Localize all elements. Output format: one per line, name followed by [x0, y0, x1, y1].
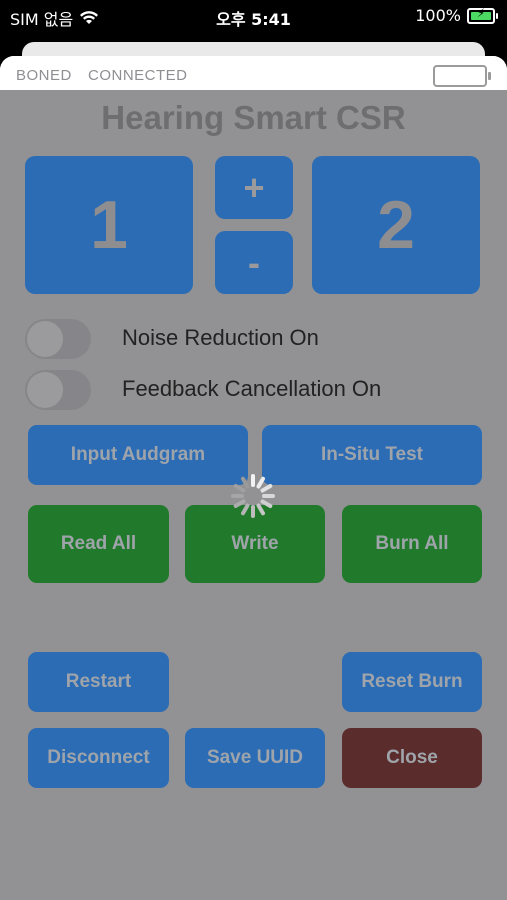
battery-percentage: 100%: [415, 6, 461, 25]
increment-button[interactable]: +: [215, 156, 293, 219]
decrement-button[interactable]: -: [215, 231, 293, 294]
charging-battery-icon: ⚡: [467, 6, 498, 24]
restart-button[interactable]: Restart: [28, 652, 169, 712]
device-battery-icon: [433, 65, 491, 87]
write-label: Write: [231, 533, 279, 554]
status-bar: SIM 없음 오후 5:41 100% ⚡: [0, 0, 507, 34]
in-situ-test-button[interactable]: In-Situ Test: [262, 425, 482, 485]
reset-burn-button[interactable]: Reset Burn: [342, 652, 482, 712]
device-status-bar: BONED CONNECTED: [0, 56, 507, 90]
read-all-label: Read All: [60, 533, 137, 554]
status-right: 100% ⚡: [415, 6, 498, 25]
input-audgram-label: Input Audgram: [70, 444, 206, 465]
loading-spinner-icon: [231, 474, 275, 518]
feedback-cancellation-toggle[interactable]: [25, 370, 91, 410]
close-button[interactable]: Close: [342, 728, 482, 788]
save-uuid-label: Save UUID: [206, 747, 304, 768]
hearing-aid-panel: Hearing Smart CSR 1 + - 2 Noise Reductio…: [0, 90, 507, 900]
channel-left-number: 1: [90, 187, 128, 263]
burn-all-label: Burn All: [375, 533, 449, 554]
bond-state-label: BONED: [16, 67, 72, 84]
burn-all-button[interactable]: Burn All: [342, 505, 482, 583]
in-situ-test-label: In-Situ Test: [320, 444, 424, 465]
disconnect-label: Disconnect: [47, 747, 150, 768]
toggle-knob: [27, 372, 63, 408]
reset-burn-label: Reset Burn: [361, 671, 463, 692]
minus-label: -: [248, 241, 260, 283]
save-uuid-button[interactable]: Save UUID: [185, 728, 325, 788]
channel-right-button[interactable]: 2: [312, 156, 480, 294]
input-audgram-button[interactable]: Input Audgram: [28, 425, 248, 485]
plus-label: +: [243, 166, 265, 208]
modal-sheet: BONED CONNECTED Hearing Smart CSR 1 + - …: [0, 56, 507, 900]
channel-left-button[interactable]: 1: [25, 156, 193, 294]
app-title: Hearing Smart CSR: [101, 99, 406, 136]
noise-reduction-toggle[interactable]: [25, 319, 91, 359]
feedback-cancellation-label: Feedback Cancellation On: [122, 376, 382, 401]
noise-reduction-label: Noise Reduction On: [122, 325, 319, 350]
connection-state-label: CONNECTED: [88, 67, 188, 84]
restart-label: Restart: [65, 671, 132, 692]
toggle-knob: [27, 321, 63, 357]
close-label: Close: [386, 747, 438, 768]
disconnect-button[interactable]: Disconnect: [28, 728, 169, 788]
read-all-button[interactable]: Read All: [28, 505, 169, 583]
channel-right-number: 2: [377, 187, 415, 263]
